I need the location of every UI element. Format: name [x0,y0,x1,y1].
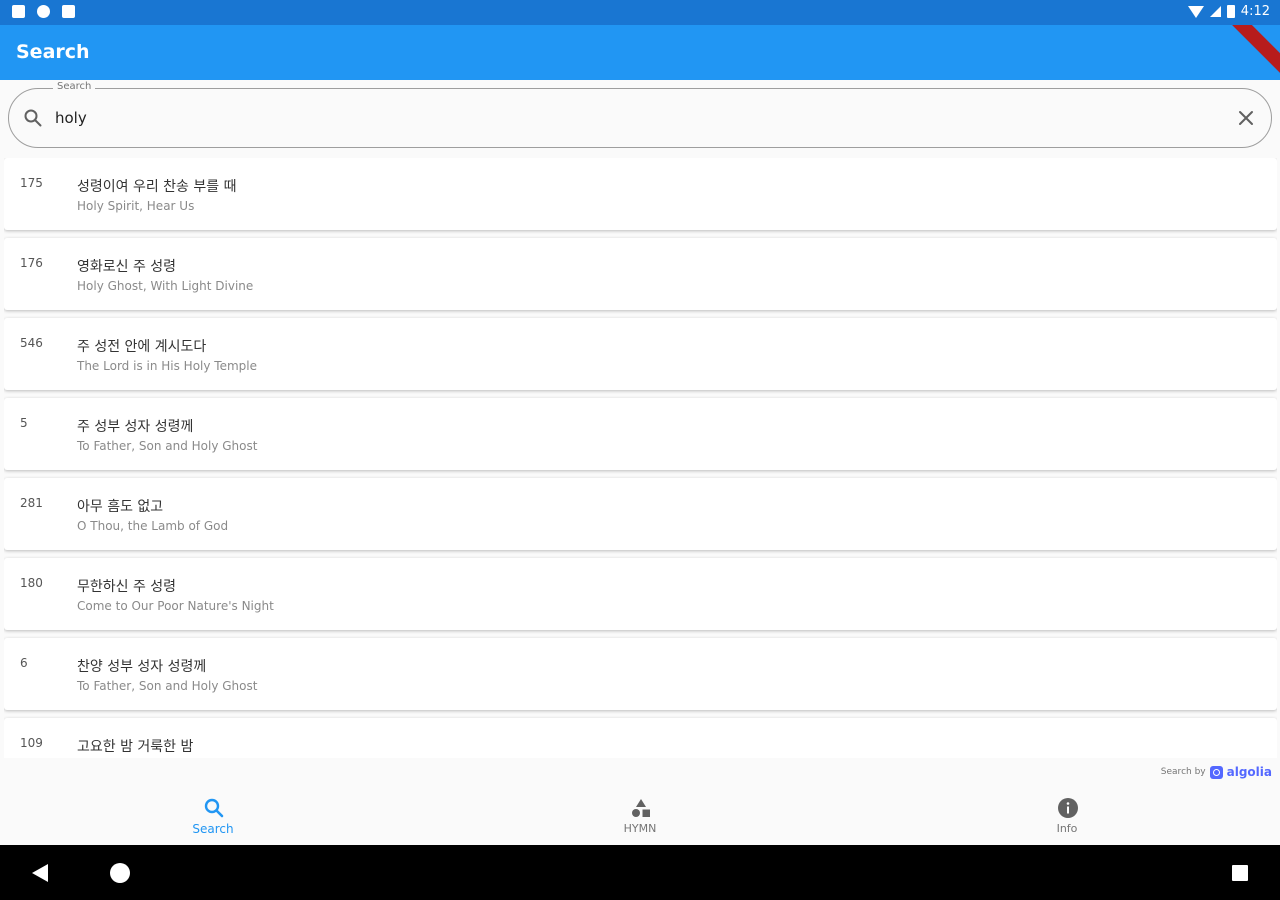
hymn-number: 180 [20,576,43,590]
hymn-title: 주 성부 성자 성령께 [77,419,194,435]
shapes-icon [630,797,652,819]
hymn-number: 281 [20,496,43,510]
hymn-subtitle: To Father, Son and Holy Ghost [77,439,258,453]
hymn-number: 6 [20,656,28,670]
search-attribution[interactable]: Search by algolia [1161,765,1272,779]
algolia-brand: algolia [1226,765,1272,779]
sd-card-icon [62,5,75,18]
hymn-number: 175 [20,176,43,190]
notification-icon [12,5,25,18]
list-item[interactable]: 176 영화로신 주 성령 Holy Ghost, With Light Div… [4,238,1277,310]
search-field[interactable]: Search [8,81,1272,148]
notification-icons [12,5,75,18]
search-input[interactable] [55,103,1215,133]
wifi-icon [1187,5,1204,18]
clock: 4:12 [1240,4,1270,19]
close-icon[interactable] [1235,107,1257,129]
debug-banner [1211,25,1280,80]
list-item[interactable]: 546 주 성전 안에 계시도다 The Lord is in His Holy… [4,318,1277,390]
nav-tab-info[interactable]: Info [967,785,1167,845]
hymn-subtitle: Holy Ghost, With Light Divine [77,279,254,293]
status-bar: 4:12 [0,0,1280,25]
hymn-subtitle: O Thou, the Lamb of God [77,519,229,533]
battery-icon [1226,5,1235,18]
hymn-title: 무한하신 주 성령 [77,579,177,595]
hymn-number: 109 [20,736,43,750]
system-status: 4:12 [1187,4,1270,19]
hymn-title: 영화로신 주 성령 [77,259,177,275]
search-label: Search [53,81,96,92]
page-title: Search [16,41,90,63]
hymn-title: 주 성전 안에 계시도다 [77,339,207,355]
hymn-number: 546 [20,336,43,350]
results-list[interactable]: 175 성령이여 우리 찬송 부를 때 Holy Spirit, Hear Us… [4,158,1277,758]
attribution-prefix: Search by [1160,767,1206,777]
nav-label: Info [1056,822,1078,835]
bottom-navigation: Search HYMN Info [0,785,1280,845]
nav-tab-search[interactable]: Search [113,785,313,845]
hymn-title: 아무 흠도 없고 [77,499,164,515]
hymn-number: 5 [20,416,28,430]
recent-apps-icon[interactable] [1232,865,1248,881]
hymn-title: 찬양 성부 성자 성령께 [77,659,207,675]
hymn-title: 고요한 밤 거룩한 밤 [77,739,194,755]
back-icon[interactable] [32,864,48,882]
list-item[interactable]: 175 성령이여 우리 찬송 부를 때 Holy Spirit, Hear Us [4,158,1277,230]
hymn-subtitle: The Lord is in His Holy Temple [77,359,257,373]
system-navigation-bar [0,845,1280,900]
info-icon [1057,797,1079,819]
hymn-subtitle: To Father, Son and Holy Ghost [77,679,258,693]
app-bar: Search [0,25,1280,80]
search-icon [23,108,43,128]
list-item[interactable]: 180 무한하신 주 성령 Come to Our Poor Nature's … [4,558,1277,630]
list-item[interactable]: 281 아무 흠도 없고 O Thou, the Lamb of God [4,478,1277,550]
sync-icon [37,5,50,18]
hymn-number: 176 [20,256,43,270]
nav-label: Search [192,822,234,836]
hymn-subtitle: Come to Our Poor Nature's Night [77,599,274,613]
algolia-icon [1209,765,1223,779]
nav-tab-hymn[interactable]: HYMN [540,785,740,845]
hymn-title: 성령이여 우리 찬송 부를 때 [77,179,237,195]
search-icon [203,797,225,819]
list-item[interactable]: 109 고요한 밤 거룩한 밤 [4,718,1277,758]
home-icon[interactable] [110,863,130,883]
signal-icon [1209,6,1221,17]
list-item[interactable]: 5 주 성부 성자 성령께 To Father, Son and Holy Gh… [4,398,1277,470]
list-item[interactable]: 6 찬양 성부 성자 성령께 To Father, Son and Holy G… [4,638,1277,710]
nav-label: HYMN [623,822,657,835]
hymn-subtitle: Holy Spirit, Hear Us [77,199,195,213]
